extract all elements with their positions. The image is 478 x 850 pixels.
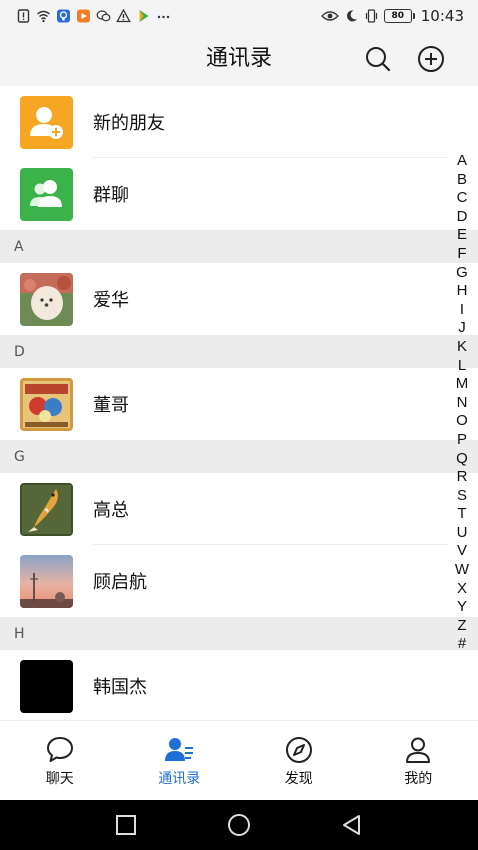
alphabet-index-letter[interactable]: P (457, 431, 467, 450)
compass-icon (285, 737, 312, 763)
tab-chat[interactable]: 聊天 (0, 721, 120, 800)
battery-icon: 80 (383, 9, 415, 23)
contact-photo-sunset (20, 554, 73, 608)
game-app-icon (136, 9, 151, 23)
add-circle-icon (418, 46, 444, 72)
alphabet-index-letter[interactable]: B (457, 171, 467, 190)
alphabet-index-letter[interactable]: R (457, 468, 468, 487)
list-item[interactable]: 董哥 (0, 368, 478, 440)
moon-icon (344, 9, 359, 23)
avatar (20, 377, 73, 431)
alphabet-index-letter[interactable]: T (457, 505, 466, 524)
alphabet-index-letter[interactable]: Y (457, 598, 467, 617)
contact-photo-koi (20, 482, 73, 536)
list-item[interactable]: 爱华 (0, 263, 478, 335)
list-item[interactable]: 高总 (0, 473, 478, 545)
status-time: 10:43 (420, 7, 464, 25)
group-icon (30, 179, 62, 207)
avatar (20, 554, 73, 608)
avatar (20, 482, 73, 536)
section-header: H (0, 617, 478, 650)
alphabet-index-letter[interactable]: S (457, 487, 467, 506)
section-header: A (0, 230, 478, 263)
app-icon (56, 9, 71, 23)
list-item[interactable]: 韩国杰 (0, 650, 478, 720)
alphabet-index-letter[interactable]: H (457, 282, 468, 301)
alphabet-index-letter[interactable]: Z (457, 617, 466, 636)
alphabet-index-letter[interactable]: E (457, 226, 467, 245)
add-button[interactable] (415, 43, 447, 75)
alphabet-index-letter[interactable]: V (457, 542, 467, 561)
tab-label: 发现 (284, 771, 313, 787)
alphabet-index-letter[interactable]: K (457, 338, 467, 357)
contact-name: 爱华 (93, 290, 129, 311)
wifi-icon (36, 9, 51, 23)
alert-icon (16, 9, 31, 23)
header: 通讯录 (0, 32, 478, 86)
home-icon[interactable] (227, 813, 251, 837)
tab-contacts[interactable]: 通讯录 (120, 721, 240, 800)
back-icon[interactable] (340, 813, 364, 837)
group-chat-label: 群聊 (93, 185, 129, 206)
alphabet-index-letter[interactable]: G (456, 264, 468, 283)
alphabet-index-letter[interactable]: O (456, 412, 468, 431)
alphabet-index[interactable]: A B C D E F G H I J K L M N O P Q R S T U V W X Y Z # (454, 152, 470, 654)
profile-icon (406, 737, 431, 763)
status-bar: 80 10:43 (0, 0, 478, 32)
system-nav-bar (0, 800, 478, 850)
alphabet-index-letter[interactable]: F (457, 245, 466, 264)
new-friends-row[interactable]: 新的朋友 (0, 86, 478, 158)
section-header: D (0, 335, 478, 368)
alphabet-index-letter[interactable]: Q (456, 450, 468, 469)
wechat-icon (96, 9, 111, 23)
alphabet-index-letter[interactable]: J (458, 319, 466, 338)
contact-name: 韩国杰 (93, 677, 147, 698)
add-friend-icon (30, 106, 63, 139)
new-friends-avatar (20, 95, 73, 149)
alphabet-index-letter[interactable]: N (457, 394, 468, 413)
alphabet-index-letter[interactable]: W (455, 561, 469, 580)
tab-label: 聊天 (45, 771, 74, 787)
alphabet-index-letter[interactable]: I (460, 301, 464, 320)
group-chat-row[interactable]: 群聊 (0, 158, 478, 230)
alphabet-index-letter[interactable]: C (457, 189, 468, 208)
avatar (20, 272, 73, 326)
eye-icon (320, 9, 339, 23)
contact-name: 董哥 (93, 395, 129, 416)
contact-name: 高总 (93, 500, 129, 521)
bottom-tab-bar: 聊天 通讯录 发现 我的 (0, 720, 478, 800)
contacts-icon (165, 738, 194, 761)
contact-photo-dog (20, 272, 73, 326)
list-item[interactable]: 顾启航 (0, 545, 478, 617)
avatar (20, 659, 73, 713)
search-icon (366, 47, 391, 72)
search-button[interactable] (362, 43, 394, 75)
page-title: 通讯录 (205, 46, 272, 71)
section-header: G (0, 440, 478, 473)
status-bar-left (16, 9, 171, 23)
alphabet-index-letter[interactable]: D (457, 208, 468, 227)
contact-list[interactable]: 新的朋友 群聊 A 爱华 D 董哥 G 高总 顾启航 H 韩国杰 (0, 86, 478, 720)
group-chat-avatar (20, 167, 73, 221)
recent-apps-icon[interactable] (114, 813, 138, 837)
tab-discover[interactable]: 发现 (239, 721, 359, 800)
more-dots-icon (156, 9, 171, 23)
vibrate-icon (364, 9, 379, 23)
chat-icon (46, 737, 73, 762)
tab-label: 通讯录 (158, 771, 201, 787)
alphabet-index-letter[interactable]: M (456, 375, 469, 394)
alphabet-index-letter[interactable]: X (457, 580, 467, 599)
tab-profile[interactable]: 我的 (359, 721, 478, 800)
status-bar-right: 80 10:43 (320, 7, 464, 25)
new-friends-label: 新的朋友 (93, 113, 165, 134)
contact-photo-toys (20, 377, 73, 431)
alphabet-index-letter[interactable]: A (457, 152, 467, 171)
alphabet-index-letter[interactable]: U (457, 524, 468, 543)
contact-name: 顾启航 (93, 572, 147, 593)
alphabet-index-letter[interactable]: # (458, 635, 466, 654)
tab-label: 我的 (404, 771, 433, 787)
warning-icon (116, 9, 131, 23)
video-app-icon (76, 9, 91, 23)
alphabet-index-letter[interactable]: L (458, 357, 466, 376)
